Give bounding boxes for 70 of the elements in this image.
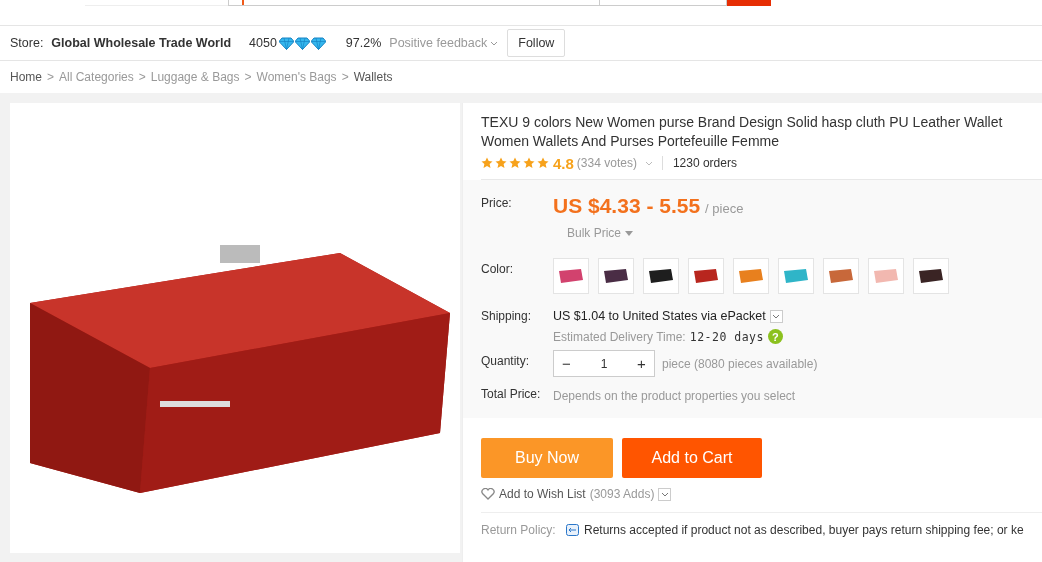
follow-button[interactable]: Follow bbox=[507, 29, 566, 57]
field-label: Price: bbox=[481, 195, 513, 212]
breadcrumb-separator: > bbox=[138, 70, 146, 84]
wish-list-link[interactable]: Add to Wish List bbox=[499, 487, 586, 501]
help-icon[interactable]: ? bbox=[767, 329, 783, 344]
price: US $4.33 - 5.55 bbox=[553, 194, 701, 217]
star-icon bbox=[537, 157, 549, 169]
breadcrumb-separator: > bbox=[341, 70, 349, 84]
breadcrumb-link[interactable]: Wallets bbox=[353, 70, 393, 84]
breadcrumb-link[interactable]: Luggage & Bags bbox=[150, 70, 240, 84]
breadcrumb-link[interactable]: Home bbox=[10, 70, 42, 84]
wish-count: (3093 Adds) bbox=[589, 487, 655, 501]
star-icon bbox=[481, 157, 493, 169]
add-to-cart-button[interactable]: Add to Cart bbox=[622, 438, 762, 478]
breadcrumb-separator: > bbox=[244, 70, 252, 84]
field-label: Shipping: bbox=[481, 308, 533, 325]
field-label: Return Policy: bbox=[481, 523, 557, 537]
return-policy-text: Returns accepted if product not as described, buyer pays return shipping fee; or ke bbox=[584, 523, 1024, 537]
color-swatch[interactable] bbox=[643, 258, 679, 294]
shipping-method: US $1.04 to United States via ePacket bbox=[553, 309, 766, 323]
wish-dropdown[interactable] bbox=[658, 487, 672, 501]
delivery-time: 12-20 days bbox=[689, 329, 764, 344]
chevron-down-icon bbox=[644, 160, 653, 166]
chevron-down-icon bbox=[772, 313, 781, 319]
feedback-value: 97.2% bbox=[345, 36, 382, 50]
star-icon bbox=[523, 157, 535, 169]
chevron-down-icon bbox=[660, 491, 669, 497]
color-swatch[interactable] bbox=[823, 258, 859, 294]
breadcrumb-link[interactable]: Women's Bags bbox=[256, 70, 337, 84]
return-icon bbox=[566, 524, 579, 536]
decrease-button[interactable]: − bbox=[554, 355, 579, 372]
breadcrumb-separator: > bbox=[47, 70, 55, 84]
star-icon bbox=[495, 157, 507, 169]
chevron-down-icon bbox=[490, 40, 499, 46]
increase-button[interactable]: + bbox=[629, 355, 654, 372]
diamond-icon bbox=[278, 36, 294, 50]
color-swatch[interactable] bbox=[778, 258, 814, 294]
buy-now-button[interactable]: Buy Now bbox=[481, 438, 613, 478]
caret-icon bbox=[625, 230, 634, 236]
breadcrumb-link[interactable]: All Categories bbox=[59, 70, 134, 84]
rating-value: 4.8 bbox=[553, 154, 574, 172]
quantity-stepper[interactable]: − 1 + bbox=[553, 350, 655, 377]
field-label: Total Price: bbox=[481, 386, 542, 403]
votes-dropdown[interactable]: (334 votes) bbox=[576, 156, 663, 170]
bulk-price-dropdown[interactable]: Bulk Price bbox=[567, 226, 634, 240]
feedback-dropdown[interactable]: Positive feedback bbox=[389, 36, 499, 50]
heart-icon bbox=[481, 488, 495, 500]
color-swatch[interactable] bbox=[913, 258, 949, 294]
order-count: 1230 orders bbox=[672, 156, 737, 170]
diamond-icon bbox=[294, 36, 310, 50]
field-label: Color: bbox=[481, 261, 514, 278]
color-swatch[interactable] bbox=[868, 258, 904, 294]
color-swatch[interactable] bbox=[598, 258, 634, 294]
price-unit: / piece bbox=[705, 201, 744, 216]
shipping-dropdown[interactable] bbox=[769, 309, 783, 323]
store-name[interactable]: Global Wholesale Trade World bbox=[51, 36, 232, 50]
quantity-value: 1 bbox=[599, 356, 609, 371]
color-swatch[interactable] bbox=[553, 258, 589, 294]
diamond-icon bbox=[310, 36, 326, 50]
product-title: TEXU 9 colors New Women purse Brand Design Solid hasp cluth PU Leather Wallet Women Wallets And Purses Portefeuille Femme bbox=[481, 113, 1004, 151]
store-score: 4050 bbox=[249, 36, 277, 50]
total-price-note: Depends on the product properties you select bbox=[553, 388, 797, 403]
store-label: Store: bbox=[10, 36, 44, 50]
delivery-label: Estimated Delivery Time: bbox=[553, 329, 686, 344]
color-swatch[interactable] bbox=[733, 258, 769, 294]
field-label: Quantity: bbox=[481, 353, 531, 370]
color-swatch[interactable] bbox=[688, 258, 724, 294]
search-field[interactable] bbox=[228, 0, 600, 6]
star-icon bbox=[509, 157, 521, 169]
availability-text: piece (8080 pieces available) bbox=[662, 356, 818, 371]
